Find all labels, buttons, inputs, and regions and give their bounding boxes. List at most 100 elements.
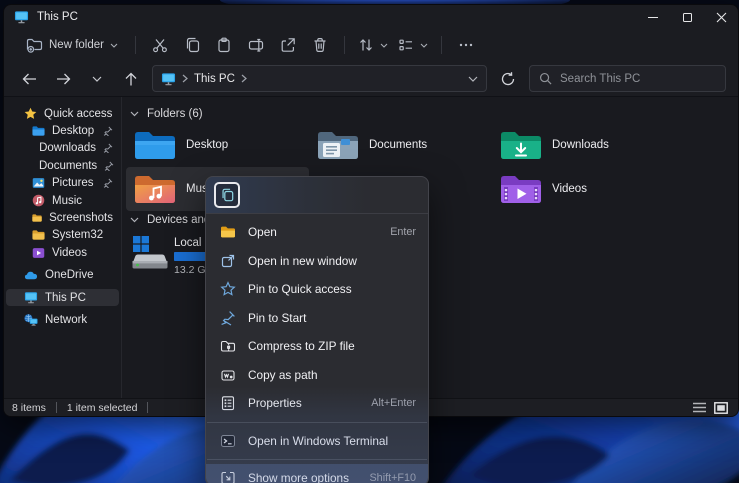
close-icon xyxy=(716,12,727,23)
menu-divider xyxy=(207,459,427,460)
sidebar-item-label: Network xyxy=(45,314,87,326)
folder-tile-videos[interactable]: Videos xyxy=(492,167,675,211)
copy-button[interactable] xyxy=(177,31,207,59)
sidebar-item-documents[interactable]: Documents xyxy=(6,157,119,174)
onedrive-icon xyxy=(24,270,38,280)
terminal-icon xyxy=(220,433,236,449)
paste-button[interactable] xyxy=(209,31,239,59)
forward-button[interactable] xyxy=(50,66,76,92)
delete-icon xyxy=(312,37,328,53)
desktop-folder-icon xyxy=(134,128,176,162)
menu-item-properties[interactable]: Properties Alt+Enter xyxy=(206,389,428,418)
back-icon xyxy=(21,71,38,87)
desktop: This PC New folder xyxy=(0,0,739,483)
up-button[interactable] xyxy=(118,66,144,92)
copy-as-path-icon xyxy=(220,367,236,383)
menu-divider xyxy=(207,422,427,423)
new-folder-button[interactable]: New folder xyxy=(18,31,126,59)
menu-item-compress-to-zip[interactable]: Compress to ZIP file xyxy=(206,332,428,361)
sidebar-item-onedrive[interactable]: OneDrive xyxy=(6,267,119,284)
collapse-chevron-icon[interactable] xyxy=(130,217,139,223)
folder-tile-label: Desktop xyxy=(186,139,228,151)
folder-tile-desktop[interactable]: Desktop xyxy=(126,123,309,167)
copy-command-button[interactable] xyxy=(214,182,240,208)
documents-folder-icon xyxy=(317,128,359,162)
menu-item-show-more-options[interactable]: Show more options Shift+F10 xyxy=(206,464,428,483)
more-icon xyxy=(458,37,474,53)
menu-item-open-in-new-window[interactable]: Open in new window xyxy=(206,247,428,276)
sidebar-item-network[interactable]: Network xyxy=(6,311,119,328)
context-menu-list: Open Enter Open in new window Pin to Qui… xyxy=(206,214,428,483)
window-controls xyxy=(636,5,738,29)
sidebar-item-pictures[interactable]: Pictures xyxy=(6,175,119,192)
menu-item-pin-to-start[interactable]: Pin to Start xyxy=(206,304,428,333)
pictures-icon xyxy=(32,177,45,189)
folder-tile-label: Downloads xyxy=(552,139,609,151)
chevron-down-icon xyxy=(92,76,102,82)
navigation-pane: Quick access Desktop Downloads Documents xyxy=(4,97,122,398)
address-bar[interactable]: This PC xyxy=(152,65,487,92)
statusbar-divider xyxy=(56,402,57,413)
details-view-button[interactable] xyxy=(690,400,708,415)
window-title: This PC xyxy=(37,11,78,23)
back-button[interactable] xyxy=(16,66,42,92)
folder-tile-documents[interactable]: Documents xyxy=(309,123,492,167)
music-folder-icon xyxy=(134,172,176,206)
share-icon xyxy=(280,37,296,53)
sidebar-item-label: Downloads xyxy=(39,142,96,154)
minimize-button[interactable] xyxy=(636,5,670,29)
sidebar-item-music[interactable]: Music xyxy=(6,192,119,209)
share-button[interactable] xyxy=(273,31,303,59)
rename-button[interactable] xyxy=(241,31,271,59)
more-options-button[interactable] xyxy=(451,31,481,59)
sidebar-item-system32[interactable]: System32 xyxy=(6,227,119,244)
cut-button[interactable] xyxy=(145,31,175,59)
sort-button[interactable] xyxy=(354,31,392,59)
breadcrumb-chevron-icon[interactable] xyxy=(182,74,188,83)
sidebar-item-label: This PC xyxy=(45,292,86,304)
sidebar-item-label: System32 xyxy=(52,229,103,241)
menu-item-copy-as-path[interactable]: Copy as path xyxy=(206,361,428,390)
sidebar-item-downloads[interactable]: Downloads xyxy=(6,140,119,157)
sidebar-item-label: Desktop xyxy=(52,125,94,137)
titlebar: This PC xyxy=(4,5,738,29)
toolbar-divider xyxy=(135,36,136,54)
sidebar-item-this-pc[interactable]: This PC xyxy=(6,289,119,306)
menu-item-pin-to-quick-access[interactable]: Pin to Quick access xyxy=(206,275,428,304)
sidebar-item-screenshots[interactable]: Screenshots xyxy=(6,209,119,226)
large-icons-view-button[interactable] xyxy=(712,400,730,415)
menu-item-label: Copy as path xyxy=(248,368,318,382)
sidebar-item-quick-access[interactable]: Quick access xyxy=(6,105,119,122)
menu-item-open-in-windows-terminal[interactable]: Open in Windows Terminal xyxy=(206,427,428,456)
details-view-icon xyxy=(693,402,706,413)
sidebar-item-label: Pictures xyxy=(52,177,94,189)
recent-locations-button[interactable] xyxy=(84,66,110,92)
sidebar-item-videos[interactable]: Videos xyxy=(6,244,119,261)
view-button[interactable] xyxy=(394,31,432,59)
pin-icon xyxy=(103,178,113,188)
address-dropdown-icon[interactable] xyxy=(468,76,478,82)
folder-tile-downloads[interactable]: Downloads xyxy=(492,123,675,167)
maximize-button[interactable] xyxy=(670,5,704,29)
search-input[interactable] xyxy=(560,73,716,85)
folder-tile-label: Documents xyxy=(369,139,427,151)
command-toolbar: New folder xyxy=(4,29,738,61)
rename-icon xyxy=(248,37,264,53)
zip-icon xyxy=(220,338,236,354)
breadcrumb-chevron-icon[interactable] xyxy=(241,74,247,83)
menu-item-label: Open in Windows Terminal xyxy=(248,434,388,448)
folders-section-header[interactable]: Folders (6) xyxy=(126,107,738,121)
search-box[interactable] xyxy=(529,65,726,92)
large-icons-view-icon xyxy=(714,402,728,414)
sidebar-item-desktop[interactable]: Desktop xyxy=(6,122,119,139)
toolbar-divider xyxy=(441,36,442,54)
refresh-button[interactable] xyxy=(495,66,521,92)
menu-item-open[interactable]: Open Enter xyxy=(206,218,428,247)
close-button[interactable] xyxy=(704,5,738,29)
collapse-chevron-icon[interactable] xyxy=(130,111,139,117)
properties-icon xyxy=(220,395,236,411)
breadcrumb[interactable]: This PC xyxy=(194,73,235,85)
sidebar-item-label: Quick access xyxy=(44,108,112,120)
delete-button[interactable] xyxy=(305,31,335,59)
this-pc-icon xyxy=(161,72,176,86)
